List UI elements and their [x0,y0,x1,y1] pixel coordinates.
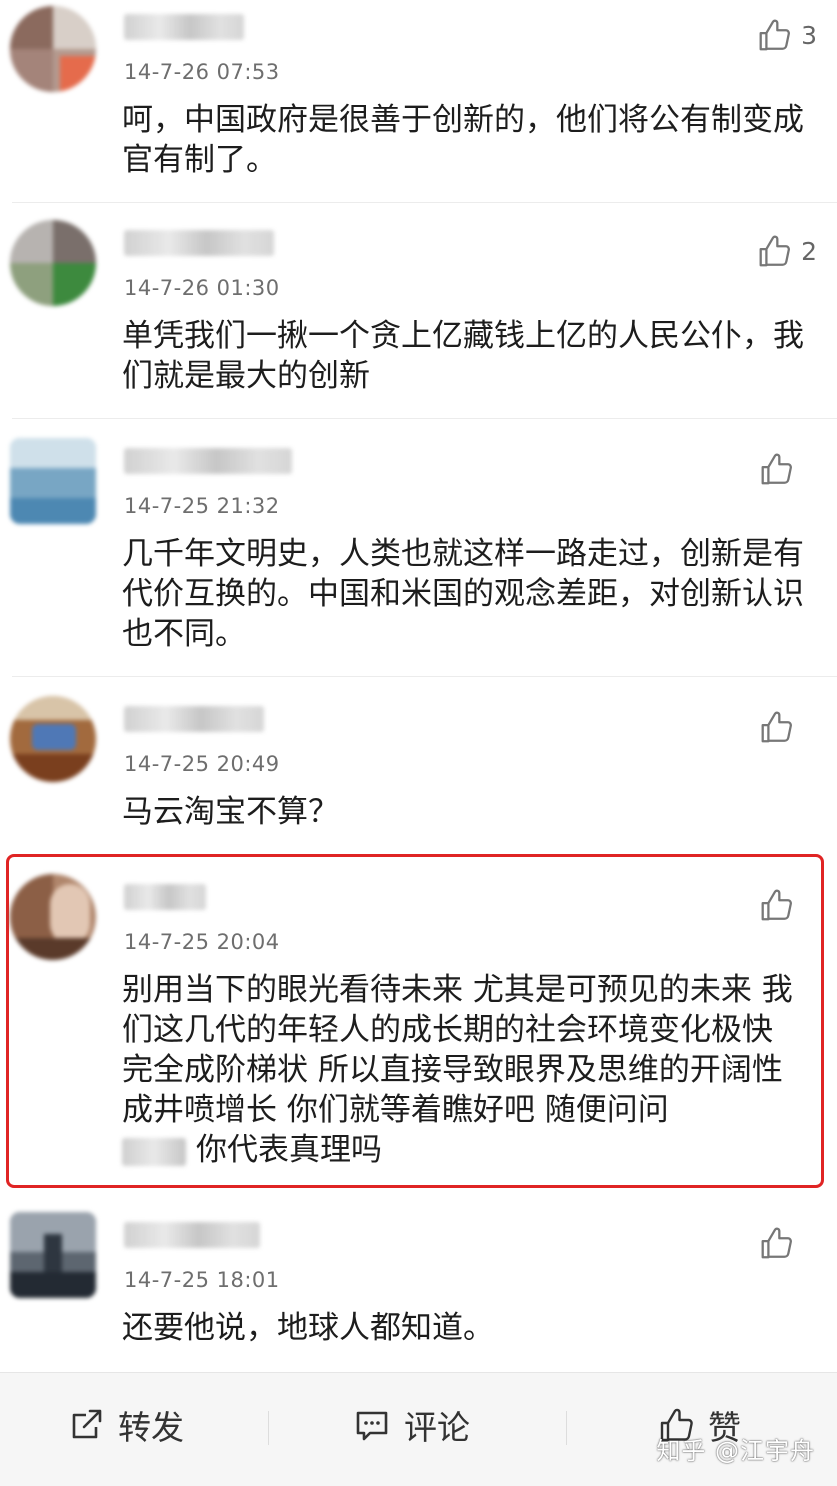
thumbs-up-icon [757,450,795,488]
comment-item[interactable]: 14-7-26 01:30 2 单凭我们一揪一个贪上亿藏钱上亿的人民公仆，我们就… [0,220,837,420]
thumbs-up-icon [755,16,793,54]
avatar[interactable] [10,1212,96,1298]
thumbs-up-icon [757,886,795,924]
comment-text: 马云淘宝不算？ [122,794,339,830]
like-button[interactable] [757,450,817,488]
comment-button[interactable]: 评论 [352,1401,470,1449]
avatar[interactable] [10,220,96,306]
comment-text-body: 别用当下的眼光看待未来 尤其是可预见的未来 我们这几代的年轻人的成长期的社会环境… [122,972,793,1128]
comment-time: 14-7-26 07:53 [124,60,280,84]
comment-text: 还要他说，地球人都知道。 [122,1310,494,1346]
comment-item[interactable]: 14-7-26 07:53 3 呵，中国政府是很善于创新的，他们将公有制变成官有… [0,4,837,204]
comment-time: 14-7-25 21:32 [124,494,280,518]
comment-text: 别用当下的眼光看待未来 尤其是可预见的未来 我们这几代的年轻人的成长期的社会环境… [122,970,812,1170]
like-count: 2 [801,236,817,266]
like-count: 3 [801,20,817,50]
mention-masked [122,1137,186,1166]
comment-text: 几千年文明史，人类也就这样一路走过，创新是有代价互换的。中国和米国的观念差距，对… [122,536,804,652]
username-masked [124,448,292,474]
repost-label: 转发 [118,1408,184,1447]
comment-item-highlighted[interactable]: 14-7-25 20:04 别用当下的眼光看待未来 尤其是可预见的未来 我们这几… [0,874,837,1174]
thumbs-up-icon [755,232,793,270]
avatar[interactable] [10,438,96,524]
divider [268,1411,269,1445]
divider [566,1411,567,1445]
comment-time: 14-7-25 20:04 [124,930,280,954]
thumbs-up-icon [757,708,795,746]
like-button[interactable] [757,708,817,746]
comment-time: 14-7-26 01:30 [124,276,280,300]
comment-item[interactable]: 14-7-25 20:49 马云淘宝不算？ [0,696,837,836]
comment-item[interactable]: 14-7-25 21:32 几千年文明史，人类也就这样一路走过，创新是有代价互换… [0,438,837,678]
like-button[interactable] [757,1224,817,1262]
like-button[interactable]: 2 [755,232,817,270]
watermark: 知乎 @江宇舟 [656,1437,815,1465]
divider [12,418,837,419]
comment-text-tail: 你代表真理吗 [196,1132,382,1168]
comment-time: 14-7-25 18:01 [124,1268,280,1292]
avatar[interactable] [10,696,96,782]
comment-item[interactable]: 14-7-25 18:01 还要他说，地球人都知道。 [0,1212,837,1362]
comment-text: 单凭我们一揪一个贪上亿藏钱上亿的人民公仆，我们就是最大的创新 [122,318,804,394]
share-icon [72,1409,102,1439]
avatar[interactable] [10,6,96,92]
divider [12,202,837,203]
username-masked [124,230,274,256]
like-button[interactable] [757,886,817,924]
divider [12,676,837,677]
avatar[interactable] [10,874,96,960]
like-button[interactable]: 3 [755,16,817,54]
username-masked [124,1222,260,1248]
username-masked [124,14,244,40]
comment-text: 呵，中国政府是很善于创新的，他们将公有制变成官有制了。 [122,102,804,178]
comment-icon [356,1411,388,1441]
action-bar: 转发 评论 赞 知乎 @江宇舟 [0,1372,837,1486]
comment-label: 评论 [404,1408,470,1447]
repost-button[interactable]: 转发 [66,1401,184,1449]
username-masked [124,884,206,910]
comment-time: 14-7-25 20:49 [124,752,280,776]
username-masked [124,706,264,732]
thumbs-up-icon [757,1224,795,1262]
